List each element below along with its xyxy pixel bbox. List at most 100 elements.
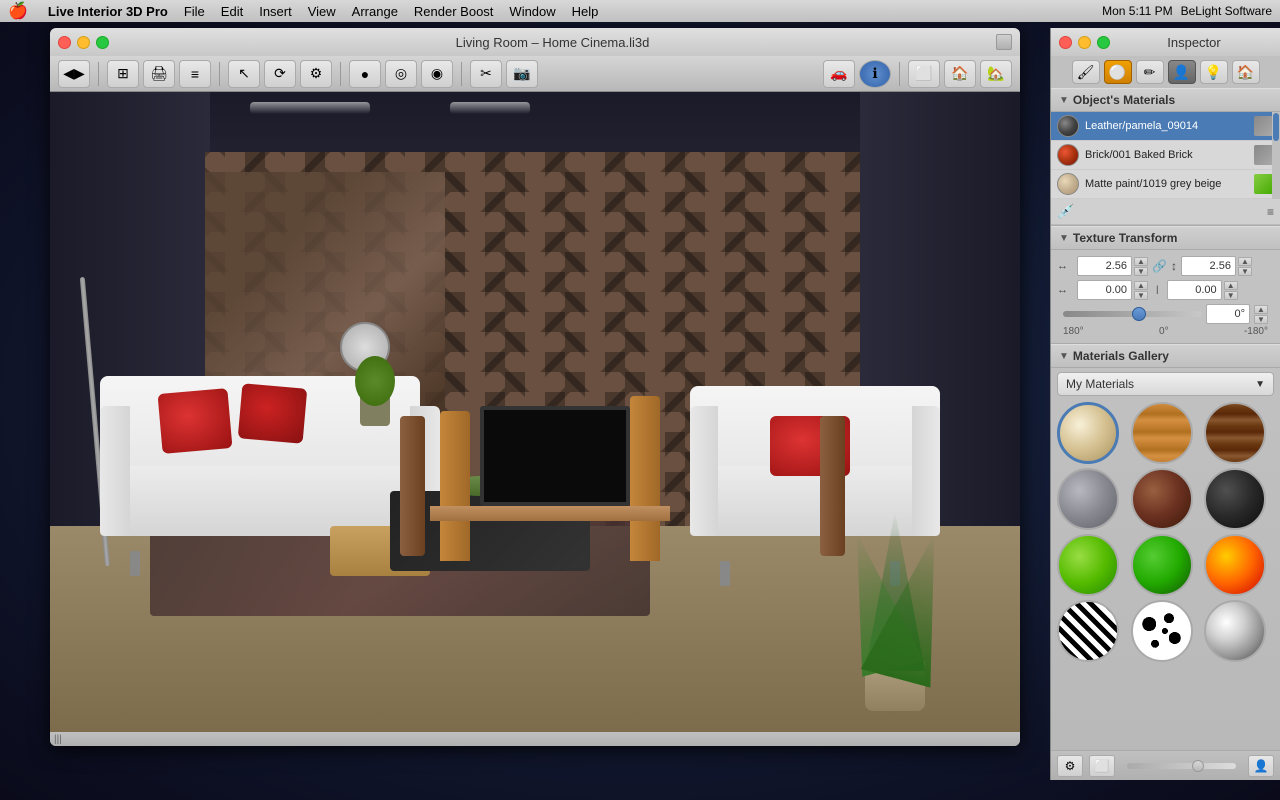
- person-btn[interactable]: 👤: [1248, 755, 1274, 777]
- inspector-maximize-btn[interactable]: [1097, 36, 1110, 49]
- toolbar-car-btn[interactable]: 🚗: [823, 60, 855, 88]
- gallery-material-green-2[interactable]: [1131, 534, 1193, 596]
- offset-y-input[interactable]: 0.00: [1167, 280, 1222, 300]
- rotation-slider-thumb[interactable]: [1132, 307, 1146, 321]
- menu-app[interactable]: Live Interior 3D Pro: [48, 4, 168, 19]
- gallery-material-green-1[interactable]: [1057, 534, 1119, 596]
- rotation-input[interactable]: 0°: [1206, 304, 1250, 324]
- menu-window[interactable]: Window: [509, 4, 555, 19]
- toolbar-list-btn[interactable]: ≡: [179, 60, 211, 88]
- width-input[interactable]: 2.56: [1077, 256, 1132, 276]
- toolbar-floorplan-btn[interactable]: ⊞: [107, 60, 139, 88]
- window-minimize-button[interactable]: [77, 36, 90, 49]
- gallery-material-chrome[interactable]: [1204, 600, 1266, 662]
- width-up-btn[interactable]: ▲: [1134, 257, 1148, 266]
- material-scrollbar[interactable]: [1272, 112, 1280, 199]
- material-item-brick[interactable]: Brick/001 Baked Brick: [1051, 141, 1280, 170]
- settings-btn[interactable]: ⚙: [1057, 755, 1083, 777]
- offset-y-down-btn[interactable]: ▼: [1224, 291, 1238, 300]
- menu-render-boost[interactable]: Render Boost: [414, 4, 494, 19]
- list-options-icon[interactable]: ≡: [1267, 205, 1274, 219]
- bottom-slider-track[interactable]: [1127, 763, 1236, 769]
- offset-x-stepper[interactable]: ▲ ▼: [1134, 281, 1148, 300]
- link-icon[interactable]: 🔗: [1152, 259, 1167, 273]
- bottom-slider-thumb[interactable]: [1192, 760, 1204, 772]
- tab-materials[interactable]: 🖌: [1072, 60, 1100, 84]
- toolbar-nav-btn[interactable]: ◀▶: [58, 60, 90, 88]
- rotation-stepper[interactable]: ▲ ▼: [1254, 305, 1268, 324]
- offset-y-stepper[interactable]: ▲ ▼: [1224, 281, 1238, 300]
- plant-small: [360, 396, 390, 426]
- export-btn[interactable]: ⬜: [1089, 755, 1115, 777]
- inspector-close-btn[interactable]: [1059, 36, 1072, 49]
- gallery-material-dark-metal[interactable]: [1204, 468, 1266, 530]
- materials-gallery-grid: [1057, 402, 1274, 662]
- window-close-button[interactable]: [58, 36, 71, 49]
- offset-y-up-btn[interactable]: ▲: [1224, 281, 1238, 290]
- toolbar-rotate-btn[interactable]: ⟳: [264, 60, 296, 88]
- toolbar-scissors-btn[interactable]: ✂: [470, 60, 502, 88]
- window-resize-button[interactable]: [996, 34, 1012, 50]
- offset-x-group: 0.00 ▲ ▼: [1077, 280, 1148, 300]
- toolbar-select-btn[interactable]: ↖: [228, 60, 260, 88]
- toolbar-house-btn[interactable]: 🏠: [944, 60, 976, 88]
- height-stepper[interactable]: ▲ ▼: [1238, 257, 1252, 276]
- l-label: l: [1152, 283, 1163, 297]
- width-down-btn[interactable]: ▼: [1134, 267, 1148, 276]
- gallery-material-dalmatian[interactable]: [1131, 600, 1193, 662]
- offset-x-up-btn[interactable]: ▲: [1134, 281, 1148, 290]
- toolbar-2d-btn[interactable]: ⬜: [908, 60, 940, 88]
- menu-view[interactable]: View: [308, 4, 336, 19]
- gallery-material-brown-leather[interactable]: [1131, 468, 1193, 530]
- gallery-material-wood-light[interactable]: [1131, 402, 1193, 464]
- material-item-paint[interactable]: Matte paint/1019 grey beige: [1051, 170, 1280, 199]
- toolbar-point-btn[interactable]: ●: [349, 60, 381, 88]
- material-list[interactable]: Leather/pamela_09014 Brick/001 Baked Bri…: [1051, 112, 1280, 199]
- window-titlebar: Living Room – Home Cinema.li3d: [50, 28, 1020, 56]
- viewport[interactable]: |||: [50, 92, 1020, 746]
- gallery-material-zebra[interactable]: [1057, 600, 1119, 662]
- toolbar-pan-btn[interactable]: ◉: [421, 60, 453, 88]
- tab-person[interactable]: 👤: [1168, 60, 1196, 84]
- materials-gallery-dropdown[interactable]: My Materials ▼: [1057, 372, 1274, 396]
- height-down-btn[interactable]: ▼: [1238, 267, 1252, 276]
- height-up-btn[interactable]: ▲: [1238, 257, 1252, 266]
- toolbar-orbit-btn[interactable]: ◎: [385, 60, 417, 88]
- menu-arrange[interactable]: Arrange: [352, 4, 398, 19]
- menu-edit[interactable]: Edit: [221, 4, 243, 19]
- rotation-down-btn[interactable]: ▼: [1254, 315, 1268, 324]
- rotation-up-btn[interactable]: ▲: [1254, 305, 1268, 314]
- gallery-material-concrete[interactable]: [1057, 468, 1119, 530]
- gallery-material-wood-dark[interactable]: [1204, 402, 1266, 464]
- tab-sphere[interactable]: ⚪: [1104, 60, 1132, 84]
- toolbar-camera-btn[interactable]: 📷: [506, 60, 538, 88]
- offset-x-down-btn[interactable]: ▼: [1134, 291, 1148, 300]
- menu-insert[interactable]: Insert: [259, 4, 292, 19]
- apple-menu[interactable]: 🍎: [8, 1, 28, 21]
- toolbar-house2-btn[interactable]: 🏡: [980, 60, 1012, 88]
- slider-track-wrapper: [1063, 307, 1202, 321]
- toolbar-info-btn[interactable]: ℹ: [859, 60, 891, 88]
- rotation-slider-track[interactable]: [1063, 311, 1202, 317]
- material-texture-icon-1: [1254, 116, 1274, 136]
- window-maximize-button[interactable]: [96, 36, 109, 49]
- menu-file[interactable]: File: [184, 4, 205, 19]
- viewport-scrollbar[interactable]: |||: [50, 732, 1020, 746]
- gallery-material-fire[interactable]: [1204, 534, 1266, 596]
- rotation-min-label: 180°: [1063, 326, 1084, 337]
- tab-lightbulb[interactable]: 💡: [1200, 60, 1228, 84]
- inspector-minimize-btn[interactable]: [1078, 36, 1091, 49]
- gallery-material-beige[interactable]: [1057, 402, 1119, 464]
- toolbar-transform-btn[interactable]: ⚙: [300, 60, 332, 88]
- material-name-paint: Matte paint/1019 grey beige: [1085, 178, 1221, 190]
- height-input[interactable]: 2.56: [1181, 256, 1236, 276]
- tab-pencil[interactable]: ✏: [1136, 60, 1164, 84]
- material-item-leather[interactable]: Leather/pamela_09014: [1051, 112, 1280, 141]
- offset-x-icon: ↔: [1057, 284, 1073, 296]
- eyedropper-icon[interactable]: 💉: [1057, 203, 1074, 220]
- width-stepper[interactable]: ▲ ▼: [1134, 257, 1148, 276]
- menu-help[interactable]: Help: [572, 4, 599, 19]
- offset-x-input[interactable]: 0.00: [1077, 280, 1132, 300]
- toolbar-print-btn[interactable]: 🖨: [143, 60, 175, 88]
- tab-house[interactable]: 🏠: [1232, 60, 1260, 84]
